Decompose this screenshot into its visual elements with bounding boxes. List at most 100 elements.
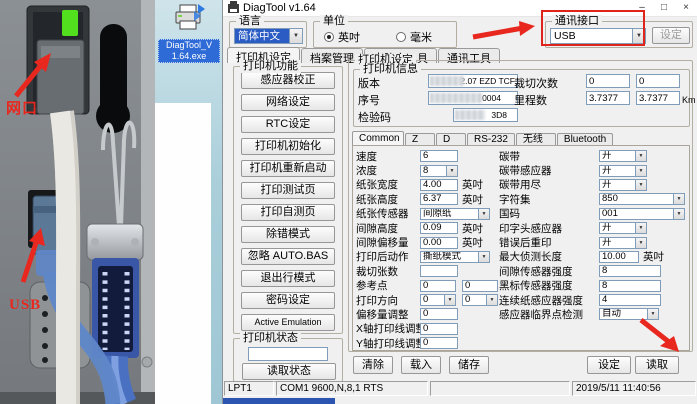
max-detect-length-input[interactable]: 10.00	[599, 250, 639, 263]
printer-initialize-button[interactable]: 打印机初始化	[241, 138, 335, 155]
chevron-down-icon[interactable]	[635, 151, 646, 162]
chevron-down-icon[interactable]	[635, 165, 646, 176]
ribbon-sensor-select[interactable]: 开	[599, 164, 647, 177]
redaction-blur	[455, 110, 485, 120]
chevron-down-icon[interactable]	[478, 208, 489, 219]
paper-width-input[interactable]: 4.00	[420, 178, 458, 191]
offset-adjust-input[interactable]: 0	[420, 308, 458, 321]
unit-inch-label: 英吋	[338, 32, 360, 44]
direction-select-1[interactable]: 0	[420, 294, 456, 307]
paper-sensor-select[interactable]: 间隙纸	[420, 207, 490, 220]
chevron-down-icon[interactable]	[635, 223, 646, 234]
chevron-down-icon[interactable]	[673, 208, 684, 219]
x-line-adjust-input[interactable]: 0	[420, 322, 458, 335]
cut-count-field-2[interactable]: 0	[636, 74, 680, 88]
field-row: 错误后重印 开	[499, 235, 689, 249]
network-setup-button[interactable]: 网络设定	[241, 94, 335, 111]
comm-annotation-rect	[541, 10, 645, 46]
head-sensor-select[interactable]: 开	[599, 222, 647, 235]
checksum-field[interactable]: 3D8	[453, 108, 518, 122]
version-field[interactable]: on: A2.07 EZD TCF	[428, 74, 518, 88]
desktop-strip: DiagTool_V 1.64.exe	[155, 0, 222, 404]
field-row: 国码 001	[499, 207, 689, 221]
gap-offset-input[interactable]: 0.00	[420, 236, 458, 249]
print-test-page-button[interactable]: 打印测试页	[241, 182, 335, 199]
subtab-common[interactable]: Common	[352, 131, 404, 145]
comm-set-button[interactable]: 设定	[652, 27, 690, 44]
density-select[interactable]: 8	[420, 164, 458, 177]
cut-count-field-1[interactable]: 0	[586, 74, 630, 88]
paper-height-input[interactable]: 6.37	[420, 193, 458, 206]
subtab-rs232[interactable]: RS-232	[467, 133, 515, 145]
panel-edge	[141, 0, 155, 404]
read-status-button[interactable]: 读取状态	[242, 363, 336, 380]
country-code-select[interactable]: 001	[599, 207, 685, 220]
blackmark-sensor-strength-input[interactable]: 8	[599, 279, 661, 292]
print-self-test-button[interactable]: 打印自测页	[241, 204, 335, 221]
gap-sensor-strength-input[interactable]: 8	[599, 265, 661, 278]
direction-select-2[interactable]: 0	[462, 294, 498, 307]
screw	[141, 356, 153, 368]
sensor-threshold-select[interactable]: 自动	[599, 308, 659, 321]
active-emulation-button[interactable]: Active Emulation	[241, 314, 335, 331]
functions-group-label: 打印机功能	[240, 60, 301, 73]
ignore-autobas-button[interactable]: 忽略 AUTO.BAS	[241, 248, 335, 265]
read-button[interactable]: 读取	[635, 356, 679, 374]
serial-field[interactable]: 0004	[428, 91, 518, 105]
chevron-down-icon[interactable]	[635, 179, 646, 190]
printer-status-field[interactable]	[248, 347, 328, 361]
password-setup-button[interactable]: 密码设定	[241, 292, 335, 309]
cut-sheets-input[interactable]	[420, 265, 458, 278]
settings-sub-tab-strip: Common Z D RS-232 无线 Bluetooth	[352, 131, 614, 145]
reference-x-input[interactable]: 0	[420, 279, 456, 292]
unit-inch-radio[interactable]: 英吋	[324, 29, 360, 45]
chevron-down-icon[interactable]	[673, 194, 684, 205]
redaction-blur	[430, 76, 464, 86]
chevron-down-icon[interactable]	[647, 309, 658, 320]
comm-annotation-arrow	[472, 21, 535, 40]
mileage-field-2[interactable]: 3.7377	[636, 91, 680, 105]
error-reprint-select[interactable]: 开	[599, 236, 647, 249]
mileage-field-1[interactable]: 3.7377	[586, 91, 630, 105]
speed-input[interactable]: 6	[420, 150, 458, 163]
field-label: 间隙偏移量	[356, 237, 409, 250]
gap-height-input[interactable]: 0.09	[420, 222, 458, 235]
set-button[interactable]: 设定	[587, 356, 631, 374]
save-button[interactable]: 储存	[449, 356, 489, 374]
field-row: 裁切张数	[356, 264, 506, 278]
language-select[interactable]: 简体中文	[234, 28, 303, 44]
chevron-down-icon[interactable]	[446, 165, 457, 176]
ribbon-select[interactable]: 开	[599, 150, 647, 163]
unit-mm-radio[interactable]: 毫米	[396, 29, 432, 45]
debug-mode-button[interactable]: 除错模式	[241, 226, 335, 243]
subtab-wireless[interactable]: 无线	[515, 133, 556, 145]
subtab-bluetooth[interactable]: Bluetooth	[556, 133, 614, 145]
field-row: 字符集 850	[499, 192, 689, 206]
codepage-select[interactable]: 850	[599, 193, 685, 206]
diagtool-desktop-icon[interactable]: DiagTool_V 1.64.exe	[158, 3, 220, 63]
printer-restart-button[interactable]: 打印机重新启动	[241, 160, 335, 177]
field-label: 速度	[356, 150, 377, 163]
chevron-down-icon[interactable]	[486, 295, 497, 306]
y-line-adjust-input[interactable]: 0	[420, 337, 458, 350]
ribbon-out-select[interactable]: 开	[599, 178, 647, 191]
maximize-button[interactable]: □	[653, 0, 675, 16]
field-row: 连续纸感应器强度 4	[499, 293, 689, 307]
clear-button[interactable]: 清除	[353, 356, 393, 374]
load-button[interactable]: 载入	[401, 356, 441, 374]
close-button[interactable]: ×	[675, 0, 697, 16]
exit-line-mode-button[interactable]: 退出行模式	[241, 270, 335, 287]
subtab-z[interactable]: Z	[405, 133, 435, 145]
continuous-sensor-strength-input[interactable]: 4	[599, 294, 661, 307]
sensor-calibrate-button[interactable]: 感应器校正	[241, 72, 335, 89]
mileage-unit-label: Km	[682, 95, 696, 105]
chevron-down-icon[interactable]	[635, 237, 646, 248]
chevron-down-icon[interactable]	[289, 29, 302, 43]
reference-y-input[interactable]: 0	[462, 279, 498, 292]
rtc-setup-button[interactable]: RTC设定	[241, 116, 335, 133]
subtab-d[interactable]: D	[436, 133, 466, 145]
chevron-down-icon[interactable]	[444, 295, 455, 306]
field-row: 碳带感应器 开	[499, 163, 689, 177]
chevron-down-icon[interactable]	[478, 251, 489, 262]
post-print-action-select[interactable]: 撕纸模式	[420, 250, 490, 263]
